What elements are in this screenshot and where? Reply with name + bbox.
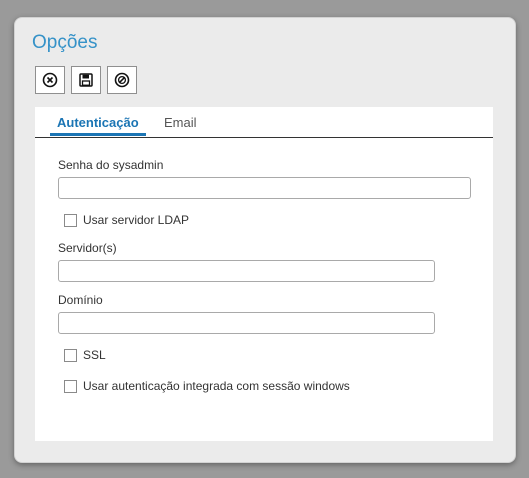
tab-bar: Autenticação Email bbox=[35, 107, 493, 138]
integrated-auth-checkbox[interactable] bbox=[64, 379, 77, 393]
domain-input[interactable] bbox=[58, 312, 435, 334]
sysadmin-password-input[interactable] bbox=[58, 177, 471, 199]
integrated-auth-row: Usar autenticação integrada com sessão w… bbox=[64, 379, 350, 393]
options-dialog: Opções Autenticação Email Senha do sysad… bbox=[14, 17, 516, 463]
options-panel: Autenticação Email Senha do sysadmin Usa… bbox=[35, 107, 493, 441]
sysadmin-password-label: Senha do sysadmin bbox=[58, 158, 164, 172]
save-button[interactable] bbox=[71, 66, 101, 94]
circle-slash-icon bbox=[114, 72, 130, 88]
ssl-row: SSL bbox=[64, 348, 106, 362]
floppy-disk-icon bbox=[79, 73, 93, 87]
cancel-button[interactable] bbox=[35, 66, 65, 94]
use-ldap-row: Usar servidor LDAP bbox=[64, 213, 189, 227]
circle-x-icon bbox=[42, 72, 58, 88]
integrated-auth-label: Usar autenticação integrada com sessão w… bbox=[83, 379, 350, 393]
dialog-title: Opções bbox=[32, 32, 98, 53]
tab-autenticacao[interactable]: Autenticação bbox=[50, 115, 146, 136]
ssl-checkbox[interactable] bbox=[64, 348, 77, 362]
use-ldap-label: Usar servidor LDAP bbox=[83, 213, 190, 227]
servers-label: Servidor(s) bbox=[58, 241, 117, 255]
servers-input[interactable] bbox=[58, 260, 435, 282]
toolbar bbox=[35, 66, 137, 94]
tab-email[interactable]: Email bbox=[164, 115, 197, 130]
domain-label: Domínio bbox=[58, 293, 103, 307]
ssl-label: SSL bbox=[83, 348, 106, 362]
clear-button[interactable] bbox=[107, 66, 137, 94]
use-ldap-checkbox[interactable] bbox=[64, 213, 77, 227]
